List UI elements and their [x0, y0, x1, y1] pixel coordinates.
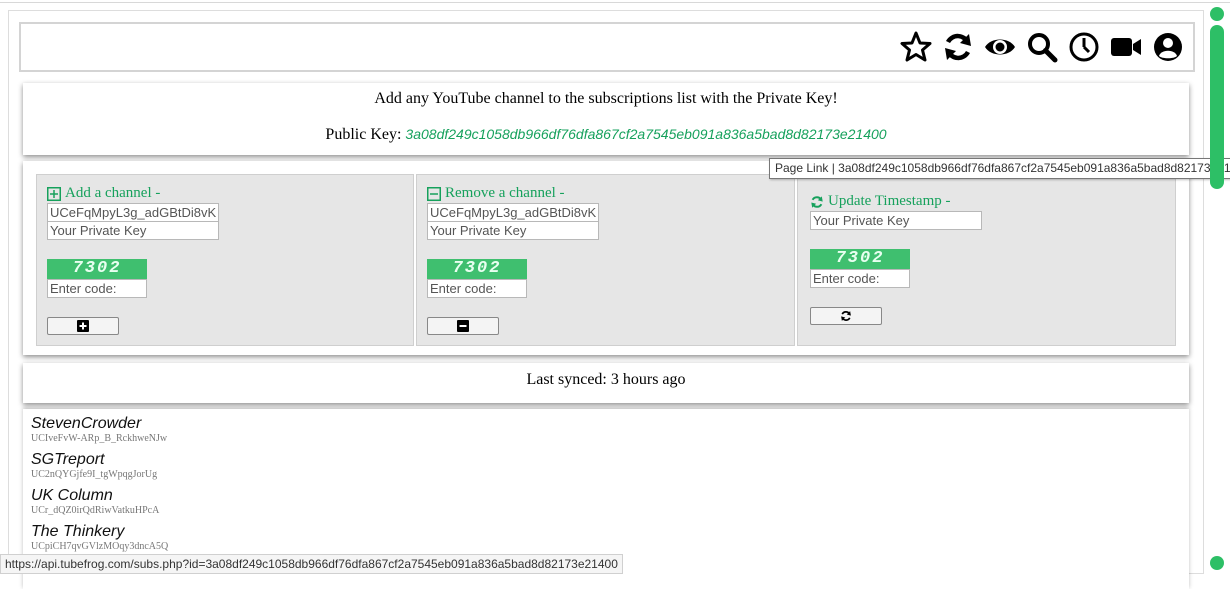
channel-id: UCpiCH7qvGVlzMOqy3dncA5Q — [31, 541, 169, 552]
list-item[interactable]: StevenCrowder UCIveFvW-ARp_B_RckhweNJw — [31, 415, 167, 445]
page-link-tooltip: Page Link | 3a08df249c1058db966df76dfa86… — [769, 158, 1230, 179]
remove-channel-id-input[interactable]: UCeFqMpyL3g_adGBtDi8vK — [427, 203, 599, 222]
info-panel: Add any YouTube channel to the subscript… — [23, 83, 1189, 155]
add-channel-form: Add a channel - UCeFqMpyL3g_adGBtDi8vK Y… — [36, 174, 414, 346]
video-camera-icon[interactable] — [1109, 30, 1143, 64]
channel-id: UC2nQYGjfe9I_tgWpqgJorUg — [31, 469, 158, 480]
refresh-icon — [811, 195, 823, 208]
update-timestamp-form: Update Timestamp - Your Private Key 7302… — [797, 174, 1176, 346]
update-timestamp-title-text: Update Timestamp - — [828, 193, 951, 209]
header-toolbar — [19, 22, 1195, 72]
remove-private-key-input[interactable]: Your Private Key — [427, 221, 599, 240]
add-channel-title-text: Add a channel - — [65, 185, 161, 201]
list-item[interactable]: SGTreport UC2nQYGjfe9I_tgWpqgJorUg — [31, 451, 157, 481]
update-private-key-input[interactable]: Your Private Key — [810, 211, 982, 230]
remove-channel-button[interactable] — [427, 317, 499, 335]
list-item[interactable]: UK Column UCr_dQZ0irQdRiwVatkuHPcA — [31, 487, 159, 517]
add-channel-title: Add a channel - — [47, 185, 160, 202]
channel-name[interactable]: SGTreport — [31, 451, 157, 469]
browser-status-bar: https://api.tubefrog.com/subs.php?id=3a0… — [0, 554, 623, 574]
add-code-input[interactable]: Enter code: — [47, 279, 147, 298]
channel-name[interactable]: StevenCrowder — [31, 415, 167, 433]
last-synced-text: Last synced: 3 hours ago — [526, 371, 686, 388]
channel-id: UCr_dQZ0irQdRiwVatkuHPcA — [31, 505, 160, 516]
forms-panel: Add a channel - UCeFqMpyL3g_adGBtDi8vK Y… — [23, 161, 1189, 355]
add-private-key-input[interactable]: Your Private Key — [47, 221, 219, 240]
star-icon[interactable] — [899, 30, 933, 64]
plus-square-icon — [77, 320, 89, 332]
minus-square-icon — [427, 186, 441, 201]
info-message: Add any YouTube channel to the subscript… — [374, 90, 838, 107]
remove-channel-title-text: Remove a channel - — [445, 185, 565, 201]
add-channel-id-input[interactable]: UCeFqMpyL3g_adGBtDi8vK — [47, 203, 219, 222]
public-key-link[interactable]: 3a08df249c1058db966df76dfa867cf2a7545eb0… — [405, 126, 886, 142]
sync-status-panel: Last synced: 3 hours ago — [23, 363, 1189, 403]
add-captcha-image: 7302 — [47, 259, 147, 279]
update-captcha-image: 7302 — [810, 249, 910, 269]
add-channel-button[interactable] — [47, 317, 119, 335]
public-key-line: Public Key: 3a08df249c1058db966df76dfa86… — [23, 126, 1189, 144]
channel-name[interactable]: UK Column — [31, 487, 159, 505]
channel-name[interactable]: The Thinkery — [31, 523, 168, 541]
page-container: Add any YouTube channel to the subscript… — [8, 10, 1204, 589]
refresh-icon — [841, 311, 851, 321]
update-timestamp-button[interactable] — [810, 307, 882, 325]
channel-id: UCIveFvW-ARp_B_RckhweNJw — [31, 433, 168, 444]
update-timestamp-title: Update Timestamp - — [810, 193, 951, 210]
user-circle-icon[interactable] — [1151, 30, 1185, 64]
remove-code-input[interactable]: Enter code: — [427, 279, 527, 298]
refresh-icon[interactable] — [941, 30, 975, 64]
remove-channel-title: Remove a channel - — [427, 185, 565, 202]
remove-captcha-image: 7302 — [427, 259, 527, 279]
public-key-label: Public Key: — [325, 126, 402, 143]
update-code-input[interactable]: Enter code: — [810, 269, 910, 288]
clock-icon[interactable] — [1067, 30, 1101, 64]
plus-square-icon — [47, 186, 61, 201]
scrollbar-thumb[interactable] — [1210, 25, 1224, 189]
top-divider — [0, 2, 1230, 3]
list-item[interactable]: The Thinkery UCpiCH7qvGVlzMOqy3dncA5Q — [31, 523, 168, 553]
toolbar-icons — [899, 30, 1185, 64]
search-icon[interactable] — [1025, 30, 1059, 64]
scroll-down-button[interactable] — [1210, 556, 1224, 570]
remove-channel-form: Remove a channel - UCeFqMpyL3g_adGBtDi8v… — [416, 174, 795, 346]
eye-icon[interactable] — [983, 30, 1017, 64]
scroll-up-button[interactable] — [1210, 7, 1224, 21]
minus-square-icon — [457, 320, 469, 332]
